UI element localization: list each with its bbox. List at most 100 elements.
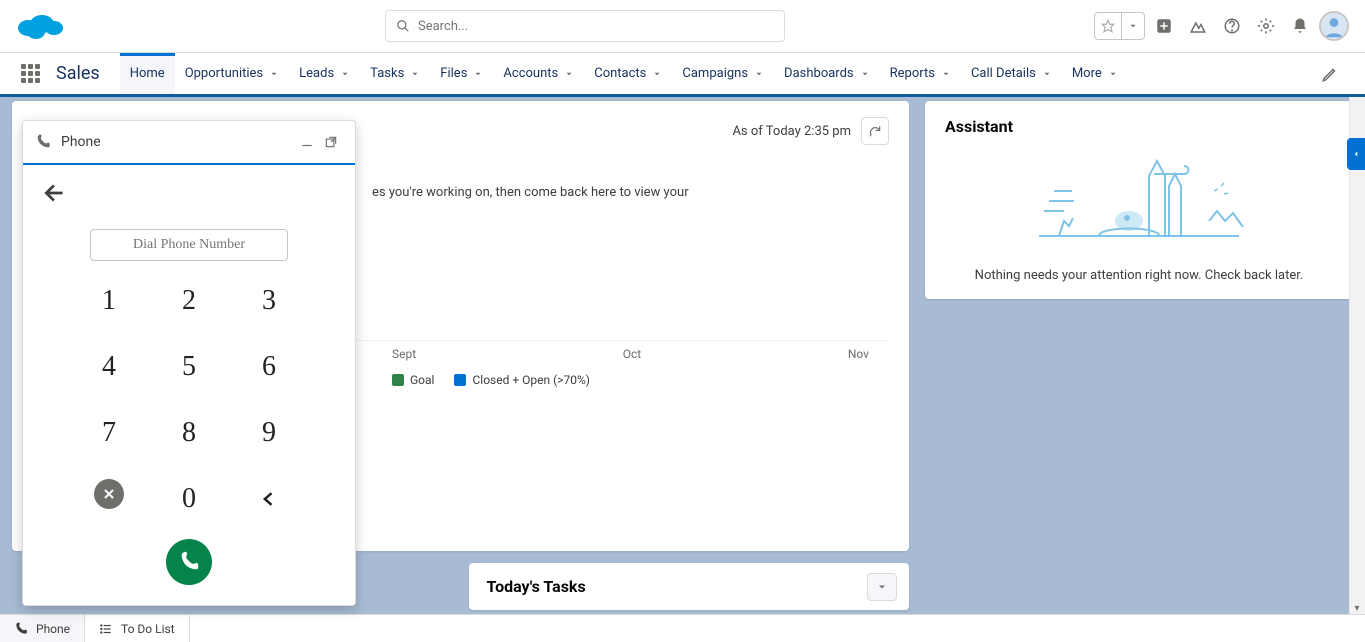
nav-item-label: Home: [130, 66, 165, 81]
legend-item: Goal: [392, 373, 434, 387]
nav-item-contacts[interactable]: Contacts: [584, 53, 672, 94]
chevron-down-icon: [1108, 69, 1118, 79]
nav-item-more[interactable]: More: [1062, 53, 1128, 94]
nav-item-call-details[interactable]: Call Details: [961, 53, 1062, 94]
notifications-icon[interactable]: [1285, 11, 1315, 41]
trailhead-icon[interactable]: [1183, 11, 1213, 41]
nav-item-reports[interactable]: Reports: [880, 53, 961, 94]
xaxis-label: Sept: [392, 347, 416, 361]
chevron-down-icon: [1042, 69, 1052, 79]
legend-label: Closed + Open (>70%): [472, 373, 589, 387]
app-name: Sales: [56, 63, 100, 84]
search-input[interactable]: [418, 19, 774, 34]
chevron-down-icon: [340, 69, 350, 79]
header-actions: [1094, 11, 1349, 41]
keypad-9[interactable]: 9: [249, 413, 289, 453]
tasks-menu-button[interactable]: [867, 573, 897, 601]
app-nav: Sales Home Opportunities Leads Tasks Files Ac…: [0, 53, 1365, 97]
keypad-2[interactable]: 2: [169, 281, 209, 321]
chevron-down-icon: [754, 69, 764, 79]
popout-button[interactable]: [319, 130, 343, 154]
xaxis-label: Oct: [623, 347, 641, 361]
chevron-down-icon: [269, 69, 279, 79]
keypad-clear[interactable]: [94, 479, 124, 509]
nav-item-home[interactable]: Home: [120, 53, 175, 94]
assistant-title: Assistant: [945, 117, 1333, 136]
add-button[interactable]: [1149, 11, 1179, 41]
salesforce-logo: [16, 10, 64, 42]
softphone-title: Phone: [61, 134, 295, 150]
dial-input[interactable]: [90, 229, 288, 261]
chevron-down-icon: [1128, 21, 1138, 31]
nav-item-label: Opportunities: [185, 66, 263, 81]
chevron-down-icon: [652, 69, 662, 79]
vertical-scrollbar[interactable]: ▾: [1349, 97, 1365, 614]
chevron-down-icon: [473, 69, 483, 79]
nav-item-label: Files: [440, 66, 467, 81]
utility-phone-label: Phone: [36, 622, 70, 636]
user-avatar[interactable]: [1319, 11, 1349, 41]
back-button[interactable]: [39, 177, 71, 209]
keypad-0[interactable]: 0: [169, 479, 209, 519]
keypad-8[interactable]: 8: [169, 413, 209, 453]
help-icon[interactable]: [1217, 11, 1247, 41]
assistant-card: Assistant: [925, 101, 1353, 299]
keypad-5[interactable]: 5: [169, 347, 209, 387]
legend-item: Closed + Open (>70%): [454, 373, 589, 387]
keypad-backspace[interactable]: [249, 479, 289, 519]
nav-item-label: Campaigns: [682, 66, 748, 81]
app-launcher-icon[interactable]: [12, 56, 48, 92]
nav-item-label: Tasks: [370, 66, 404, 81]
utility-phone[interactable]: Phone: [0, 615, 85, 642]
utility-todo[interactable]: To Do List: [85, 615, 190, 642]
edit-nav-icon[interactable]: [1315, 59, 1345, 89]
keypad-3[interactable]: 3: [249, 281, 289, 321]
nav-item-label: More: [1072, 66, 1102, 81]
nav-item-label: Contacts: [594, 66, 646, 81]
call-button[interactable]: [166, 539, 212, 585]
nav-item-files[interactable]: Files: [430, 53, 493, 94]
nav-item-dashboards[interactable]: Dashboards: [774, 53, 880, 94]
utility-bar: Phone To Do List: [0, 614, 1365, 642]
global-header: [0, 0, 1365, 53]
nav-item-opportunities[interactable]: Opportunities: [175, 53, 289, 94]
nav-item-label: Reports: [890, 66, 935, 81]
nav-item-label: Dashboards: [784, 66, 854, 81]
assistant-illustration: [945, 146, 1333, 256]
refresh-button[interactable]: [861, 117, 889, 145]
legend-label: Goal: [410, 373, 434, 387]
phone-icon: [14, 622, 28, 636]
search-icon: [396, 19, 410, 33]
as-of-text: As of Today 2:35 pm: [732, 124, 851, 139]
favorites-split[interactable]: [1094, 12, 1145, 40]
list-icon: [99, 622, 113, 636]
keypad-4[interactable]: 4: [89, 347, 129, 387]
keypad-1[interactable]: 1: [89, 281, 129, 321]
legend-swatch: [392, 374, 404, 386]
nav-item-label: Accounts: [503, 66, 558, 81]
nav-item-campaigns[interactable]: Campaigns: [672, 53, 774, 94]
nav-item-accounts[interactable]: Accounts: [493, 53, 584, 94]
right-panel-toggle[interactable]: [1347, 138, 1365, 170]
nav-item-label: Call Details: [971, 66, 1036, 81]
xaxis-label: Nov: [848, 347, 869, 361]
setup-icon[interactable]: [1251, 11, 1281, 41]
keypad-7[interactable]: 7: [89, 413, 129, 453]
assistant-message: Nothing needs your attention right now. …: [945, 268, 1333, 283]
chevron-down-icon: [410, 69, 420, 79]
nav-item-tasks[interactable]: Tasks: [360, 53, 430, 94]
keypad-6[interactable]: 6: [249, 347, 289, 387]
todays-tasks-card: Today's Tasks: [469, 563, 910, 610]
star-icon: [1101, 19, 1115, 33]
nav-item-label: Leads: [299, 66, 334, 81]
nav-item-leads[interactable]: Leads: [289, 53, 360, 94]
softphone-panel: Phone 123 456 7890: [22, 120, 356, 606]
scroll-down-icon: ▾: [1351, 602, 1363, 614]
softphone-header: Phone: [23, 121, 355, 165]
minimize-button[interactable]: [295, 130, 319, 154]
utility-todo-label: To Do List: [121, 622, 175, 636]
chevron-down-icon: [876, 581, 888, 593]
global-search[interactable]: [385, 10, 785, 42]
chevron-down-icon: [564, 69, 574, 79]
chevron-down-icon: [860, 69, 870, 79]
